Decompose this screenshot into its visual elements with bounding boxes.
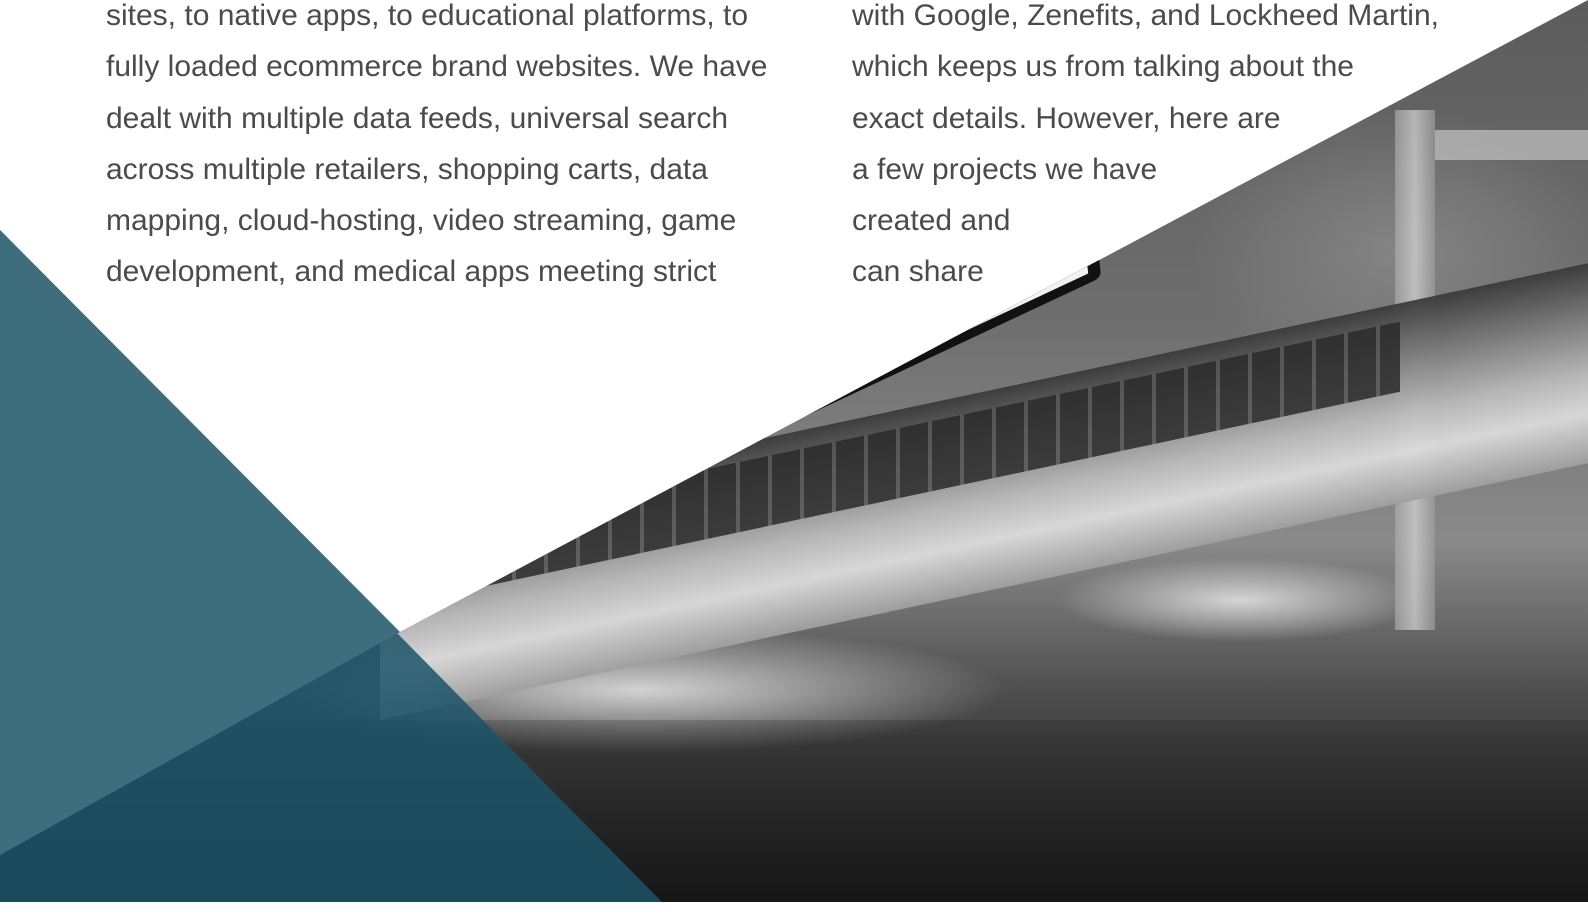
screen-row-label: Achievements [589, 334, 654, 374]
shelf-board [1435, 130, 1588, 160]
screen-row-label: Auto Renewal [588, 320, 652, 361]
screen-row-value [666, 328, 667, 339]
left-text-column: sites, to native apps, to educational pl… [106, 0, 767, 298]
text-line: development, and medical apps meeting st… [106, 255, 717, 289]
text-line: created and [852, 204, 1011, 238]
screen-row-label: Awareness [587, 313, 638, 348]
screen-row-value: 15% [649, 297, 672, 318]
text-line: across multiple retailers, shopping cart… [106, 152, 708, 186]
right-text-column: with Google, Zenefits, and Lockheed Mart… [852, 0, 1439, 298]
text-line: a few projects we have [852, 152, 1158, 186]
text-line: can share [852, 255, 984, 289]
text-line: exact details. However, here are [852, 101, 1281, 135]
screen-row-value [649, 350, 650, 361]
text-line: dealt with multiple data feeds, universa… [106, 101, 729, 135]
text-line: mapping, cloud-hosting, video streaming,… [106, 204, 737, 238]
screen-row-label: Achievements [585, 293, 650, 334]
text-line: with Google, Zenefits, and Lockheed Mart… [852, 0, 1439, 32]
text-line: which keeps us from talking about the [852, 50, 1354, 84]
page: Auto Renewal Achievements 20% Awareness … [0, 0, 1588, 922]
screen-row-label: Marketing [591, 356, 637, 388]
text-line: sites, to native apps, to educational pl… [106, 0, 749, 32]
screen-row-value [664, 314, 665, 325]
text-line: fully loaded ecommerce brand websites. W… [106, 50, 768, 84]
